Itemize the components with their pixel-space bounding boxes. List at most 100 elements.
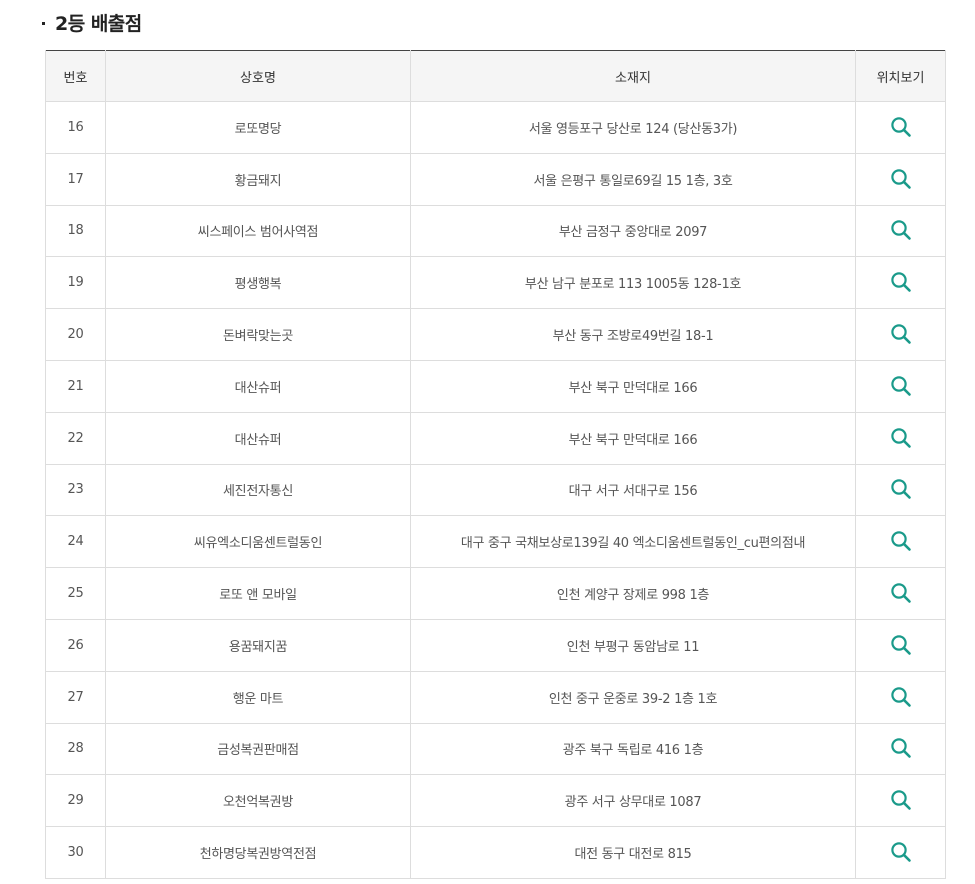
cell-no: 18 [45,204,106,258]
search-icon [890,168,911,189]
view-location-button[interactable] [887,683,915,711]
search-icon [890,583,911,603]
cell-name: 돈벼락맞는곳 [105,308,411,361]
cell-no: 26 [45,618,106,672]
table-row: 20 돈벼락맞는곳 부산 동구 조방로49번길 18-1 [45,308,946,361]
cell-no: 19 [45,256,106,310]
table-row: 18 씨스페이스 범어사역점 부산 금정구 중앙대로 2097 [45,204,946,258]
view-location-button[interactable] [887,631,915,659]
winner-stores-table: 번호 상호명 소재지 위치보기 16 로또명당 서울 영등포구 당산로 124 … [45,50,946,879]
cell-name: 금성복권판매점 [105,722,411,776]
cell-address: 광주 북구 독립로 416 1층 [410,722,856,776]
view-location-button[interactable] [887,165,915,193]
table-body: 16 로또명당 서울 영등포구 당산로 124 (당산동3가) 17 황금돼지 … [45,101,946,879]
view-location-button[interactable] [887,786,915,814]
cell-no: 17 [45,152,106,206]
cell-no: 21 [45,359,106,413]
cell-address: 대구 서구 서대구로 156 [410,463,856,517]
table-row: 17 황금돼지 서울 은평구 통일로69길 15 1층, 3호 [45,152,946,206]
view-location-button[interactable] [887,579,915,607]
table-row: 19 평생행복 부산 남구 분포로 113 1005동 128-1호 [45,256,946,310]
cell-map [855,618,946,672]
cell-map [855,826,946,879]
cell-address: 광주 서구 상무대로 1087 [410,774,856,828]
view-location-button[interactable] [887,424,915,452]
view-location-button[interactable] [887,372,915,400]
cell-address: 부산 동구 조방로49번길 18-1 [410,308,856,361]
header-no: 번호 [45,50,106,102]
search-icon [890,376,911,396]
search-icon [890,738,911,759]
table-row: 29 오천억복권방 광주 서구 상무대로 1087 [45,774,946,828]
section-title-text: 2등 배출점 [55,12,142,35]
cell-map [855,101,946,154]
table-row: 16 로또명당 서울 영등포구 당산로 124 (당산동3가) [45,101,946,154]
cell-map [855,567,946,620]
cell-no: 24 [45,515,106,569]
cell-address: 인천 계양구 장제로 998 1층 [410,567,856,620]
cell-name: 행운 마트 [105,670,411,724]
view-location-button[interactable] [887,475,915,503]
cell-name: 대산슈퍼 [105,359,411,413]
view-location-button[interactable] [887,734,915,762]
cell-no: 20 [45,308,106,361]
cell-name: 용꿈돼지꿈 [105,618,411,672]
table-row: 22 대산슈퍼 부산 북구 만덕대로 166 [45,411,946,465]
view-location-button[interactable] [887,216,915,244]
header-map: 위치보기 [855,50,946,102]
cell-name: 로또 앤 모바일 [105,567,411,620]
cell-map [855,411,946,465]
cell-no: 25 [45,567,106,620]
search-icon [890,324,911,344]
search-icon [890,531,911,552]
header-row: 번호 상호명 소재지 위치보기 [45,50,946,102]
cell-address: 서울 영등포구 당산로 124 (당산동3가) [410,101,856,154]
cell-address: 부산 북구 만덕대로 166 [410,359,856,413]
cell-no: 28 [45,722,106,776]
cell-name: 대산슈퍼 [105,411,411,465]
cell-map [855,152,946,206]
search-icon [890,117,911,137]
cell-name: 로또명당 [105,101,411,154]
search-icon [890,842,911,862]
cell-address: 부산 금정구 중앙대로 2097 [410,204,856,258]
search-icon [890,272,911,293]
search-icon [890,220,911,241]
table-header: 번호 상호명 소재지 위치보기 [45,50,946,102]
cell-no: 30 [45,826,106,879]
search-icon [890,635,911,655]
cell-map [855,463,946,517]
cell-name: 오천억복권방 [105,774,411,828]
cell-map [855,670,946,724]
cell-address: 부산 남구 분포로 113 1005동 128-1호 [410,256,856,310]
bullet-icon [42,21,45,25]
view-location-button[interactable] [887,113,915,141]
view-location-button[interactable] [887,268,915,296]
cell-map [855,774,946,828]
cell-address: 인천 중구 운중로 39-2 1층 1호 [410,670,856,724]
header-name: 상호명 [105,50,411,102]
table-row: 28 금성복권판매점 광주 북구 독립로 416 1층 [45,722,946,776]
view-location-button[interactable] [887,320,915,348]
table-row: 27 행운 마트 인천 중구 운중로 39-2 1층 1호 [45,670,946,724]
cell-map [855,515,946,569]
table-row: 26 용꿈돼지꿈 인천 부평구 동암남로 11 [45,618,946,672]
cell-map [855,359,946,413]
table-row: 21 대산슈퍼 부산 북구 만덕대로 166 [45,359,946,413]
table-row: 30 천하명당복권방역전점 대전 동구 대전로 815 [45,826,946,879]
view-location-button[interactable] [887,838,915,866]
cell-name: 씨유엑소디움센트럴동인 [105,515,411,569]
cell-no: 16 [45,101,106,154]
view-location-button[interactable] [887,527,915,555]
cell-name: 평생행복 [105,256,411,310]
header-address: 소재지 [410,50,856,102]
cell-name: 천하명당복권방역전점 [105,826,411,879]
search-icon [890,790,911,811]
cell-address: 대전 동구 대전로 815 [410,826,856,879]
cell-address: 서울 은평구 통일로69길 15 1층, 3호 [410,152,856,206]
search-icon [890,427,911,448]
cell-address: 인천 부평구 동암남로 11 [410,618,856,672]
search-icon [890,686,911,707]
cell-no: 29 [45,774,106,828]
cell-no: 27 [45,670,106,724]
